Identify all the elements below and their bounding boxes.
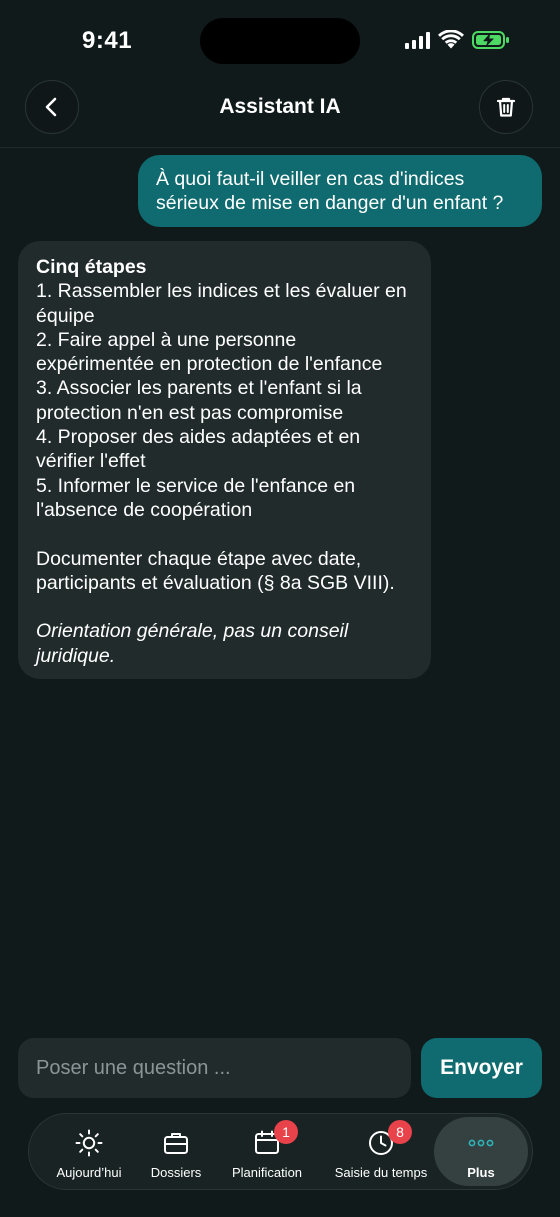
status-bar: 9:41: [0, 0, 560, 80]
tab-label: Plus: [467, 1165, 495, 1180]
assistant-disclaimer: Orientation générale, pas un conseil jur…: [36, 620, 349, 667]
tab-more[interactable]: Plus: [441, 1114, 521, 1189]
cellular-signal-icon: [405, 31, 430, 49]
more-dots-icon: [464, 1126, 498, 1160]
assistant-step: 1. Rassembler les indices et les évaluer…: [36, 280, 407, 327]
assistant-message-bubble: Cinq étapes 1. Rassembler les indices et…: [18, 241, 431, 679]
assistant-heading: Cinq étapes: [36, 256, 147, 278]
tab-planification[interactable]: 1 Planification: [221, 1114, 313, 1189]
sun-icon: [72, 1126, 106, 1160]
tab-label: Dossiers: [150, 1165, 202, 1180]
assistant-step: 5. Informer le service de l'enfance en l…: [36, 474, 356, 521]
user-message-bubble: À quoi faut-il veiller en cas d'indices …: [138, 155, 542, 227]
dynamic-island: [200, 18, 360, 64]
status-time: 9:41: [82, 27, 133, 54]
page-title: Assistant IA: [219, 95, 341, 118]
battery-charging-icon: [472, 31, 509, 49]
delete-chat-button[interactable]: [479, 80, 533, 134]
briefcase-icon: [159, 1126, 193, 1160]
app-header: Assistant IA: [0, 78, 560, 148]
calendar-icon: 1: [250, 1120, 298, 1160]
tab-time-tracking[interactable]: 8 Saisie du temps: [325, 1114, 437, 1189]
tab-dossiers[interactable]: Dossiers: [141, 1114, 211, 1189]
bottom-tab-bar: Aujourd’hui Dossiers 1 Planification 8 S…: [28, 1113, 533, 1190]
clock-icon: 8: [364, 1120, 412, 1160]
assistant-documentation: Documenter chaque étape avec date, parti…: [36, 547, 395, 594]
trash-icon: [496, 97, 516, 117]
notification-badge: 1: [274, 1120, 298, 1144]
tab-label: Planification: [231, 1165, 303, 1180]
wifi-icon: [438, 30, 464, 49]
assistant-step: 2. Faire appel à une personne expériment…: [36, 328, 383, 376]
tab-label: Aujourd’hui: [56, 1165, 122, 1180]
tab-label: Saisie du temps: [334, 1165, 428, 1180]
question-input[interactable]: [18, 1038, 411, 1098]
status-icons: [405, 30, 510, 50]
send-button[interactable]: Envoyer: [421, 1038, 542, 1098]
tab-today[interactable]: Aujourd’hui: [47, 1114, 131, 1189]
assistant-step: 3. Associer les parents et l'enfant si l…: [36, 377, 362, 424]
notification-badge: 8: [388, 1120, 412, 1144]
user-message-text: À quoi faut-il veiller en cas d'indices …: [156, 168, 504, 214]
assistant-step: 4. Proposer des aides adaptées et en vér…: [36, 426, 361, 473]
